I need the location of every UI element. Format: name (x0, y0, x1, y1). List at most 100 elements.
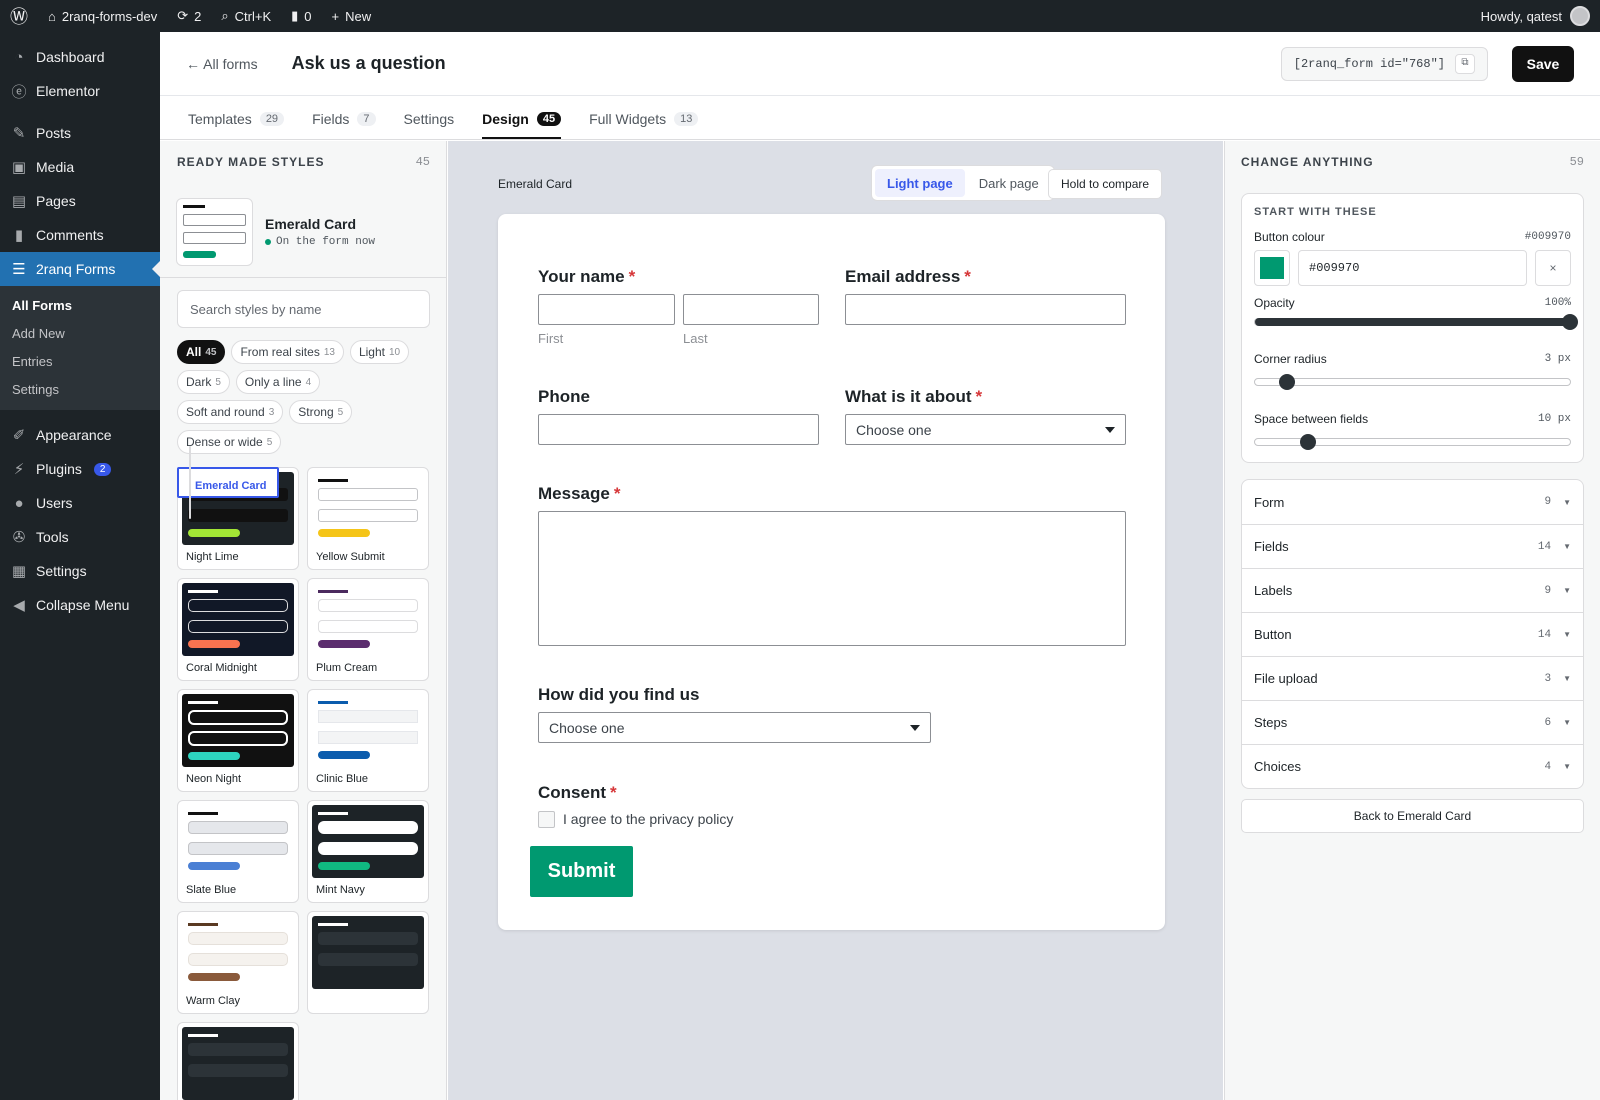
style-search-input[interactable]: Search styles by name (177, 290, 430, 328)
sidebar-item-tools[interactable]: ✇ Tools (0, 520, 160, 554)
style-card[interactable] (307, 911, 429, 1014)
sidebar-item-plugins[interactable]: ⚡ Plugins 2 (0, 452, 160, 486)
current-style-thumbnail (176, 198, 253, 266)
style-card-mint-navy[interactable]: Mint Navy (307, 800, 429, 903)
wordpress-logo-icon[interactable]: Ⓦ (0, 0, 38, 32)
button-colour-input[interactable]: #009970 (1298, 250, 1527, 286)
style-card[interactable] (177, 1022, 299, 1100)
users-icon: ● (14, 494, 24, 512)
chevron-down-icon: ▼ (1563, 674, 1571, 683)
find-select[interactable]: Choose one (538, 712, 931, 743)
sidebar-item-appearance[interactable]: ✐ Appearance (0, 418, 160, 452)
site-name-link[interactable]: ⌂ 2ranq-forms-dev (38, 0, 167, 32)
chevron-down-icon: ▼ (1563, 630, 1571, 639)
submenu-add-new[interactable]: Add New (0, 320, 160, 348)
section-choices[interactable]: Choices 4 ▼ (1242, 744, 1583, 788)
filter-from-real-sites[interactable]: From real sites 13 (231, 340, 344, 364)
section-steps[interactable]: Steps 6 ▼ (1242, 700, 1583, 744)
style-card-clinic-blue[interactable]: Clinic Blue (307, 689, 429, 792)
page-mode-toggle: Light page Dark page (871, 165, 1055, 201)
style-card-plum-cream[interactable]: Plum Cream (307, 578, 429, 681)
customize-header: CHANGE ANYTHING 59 (1241, 155, 1584, 169)
tab-settings[interactable]: Settings (404, 111, 455, 139)
clear-colour-button[interactable]: × (1535, 250, 1571, 286)
style-card-slate-blue[interactable]: Slate Blue (177, 800, 299, 903)
styles-panel-header: READY MADE STYLES 45 (177, 155, 430, 169)
sidebar-item-users[interactable]: ● Users (0, 486, 160, 520)
section-labels[interactable]: Labels 9 ▼ (1242, 568, 1583, 612)
tab-fields[interactable]: Fields 7 (312, 111, 376, 139)
sidebar-collapse[interactable]: ◀ Collapse Menu (0, 588, 160, 622)
comment-icon: ▮ (291, 8, 299, 23)
sidebar-item-comments[interactable]: ▮ Comments (0, 218, 160, 252)
save-button[interactable]: Save (1512, 45, 1574, 82)
account-menu[interactable]: Howdy, qatest (1481, 6, 1600, 26)
light-page-button[interactable]: Light page (875, 169, 965, 197)
tab-templates[interactable]: Templates 29 (188, 111, 285, 139)
first-name-input[interactable] (538, 294, 675, 325)
style-card-neon-night[interactable]: Neon Night (177, 689, 299, 792)
color-swatch[interactable] (1254, 250, 1290, 286)
corner-radius-slider[interactable] (1254, 374, 1571, 390)
about-select[interactable]: Choose one (845, 414, 1126, 445)
editor-tabs: Templates 29 Fields 7 Settings Design 45 Fu… (160, 96, 1600, 140)
submenu-settings[interactable]: Settings (0, 376, 160, 404)
avatar (1570, 6, 1590, 26)
last-name-input[interactable] (683, 294, 819, 325)
sidebar-item-2ranq-forms[interactable]: ☰ 2ranq Forms (0, 252, 160, 286)
new-link[interactable]: + New (322, 0, 382, 32)
settings-icon: ▦ (11, 563, 27, 580)
submit-button[interactable]: Submit (530, 846, 633, 897)
comments-link[interactable]: ▮ 0 (281, 0, 321, 32)
filter-all[interactable]: All 45 (177, 340, 226, 364)
style-card-coral-midnight[interactable]: Coral Midnight (177, 578, 299, 681)
sidebar-item-pages[interactable]: ▤ Pages (0, 184, 160, 218)
filter-soft-and-round[interactable]: Soft and round 3 (177, 400, 284, 424)
phone-label: Phone (538, 387, 590, 406)
pages-icon: ▤ (11, 193, 27, 210)
message-textarea[interactable] (538, 511, 1126, 646)
phone-input[interactable] (538, 414, 819, 445)
chevron-down-icon: ▼ (1563, 542, 1571, 551)
consent-checkbox[interactable] (538, 811, 555, 828)
hold-to-compare-button[interactable]: Hold to compare (1048, 169, 1163, 199)
section-button[interactable]: Button 14 ▼ (1242, 612, 1583, 656)
filter-dense-or-wide[interactable]: Dense or wide 5 (177, 430, 282, 454)
sidebar-item-settings[interactable]: ▦ Settings (0, 554, 160, 588)
search-link[interactable]: ⌕ Ctrl+K (211, 0, 281, 32)
dark-page-button[interactable]: Dark page (967, 169, 1051, 197)
page-title: Ask us a question (291, 53, 446, 73)
filter-only-a-line[interactable]: Only a line 4 (235, 370, 321, 394)
submenu-all-forms[interactable]: All Forms (0, 292, 160, 320)
style-card-warm-clay[interactable]: Warm Clay (177, 911, 299, 1014)
forms-icon: ☰ (12, 261, 26, 278)
editor-header: ← All forms Ask us a question [2ranq_for… (160, 32, 1600, 96)
style-card-emerald-card[interactable]: Emerald Card (177, 446, 279, 519)
back-to-style-button[interactable]: Back to Emerald Card (1241, 799, 1584, 833)
style-card-yellow-submit[interactable]: Yellow Submit (307, 467, 429, 570)
email-input[interactable] (845, 294, 1126, 325)
copy-icon[interactable]: ⧉ (1455, 53, 1475, 74)
customize-panel: CHANGE ANYTHING 59 START WITH THESE Butto… (1224, 141, 1600, 1100)
submenu-entries[interactable]: Entries (0, 348, 160, 376)
tab-full-widgets[interactable]: Full Widgets 13 (589, 111, 699, 139)
section-form[interactable]: Form 9 ▼ (1242, 480, 1583, 524)
section-fields[interactable]: Fields 14 ▼ (1242, 524, 1583, 568)
sidebar-item-dashboard[interactable]: ◔ Dashboard (0, 40, 160, 74)
spacing-slider[interactable] (1254, 434, 1571, 450)
sidebar-item-posts[interactable]: ✎ Posts (0, 116, 160, 150)
wrench-icon: ✇ (12, 529, 26, 546)
chevron-down-icon: ▼ (1563, 497, 1571, 507)
sidebar-item-media[interactable]: ▣ Media (0, 150, 160, 184)
filter-dark[interactable]: Dark 5 (177, 370, 230, 394)
tab-design[interactable]: Design 45 (482, 111, 562, 139)
updates-link[interactable]: ⟳ 2 (167, 0, 211, 32)
back-to-forms-link[interactable]: ← All forms (186, 56, 258, 72)
current-style-status: On the form now (276, 236, 376, 248)
filter-light[interactable]: Light 10 (349, 340, 410, 364)
opacity-slider[interactable] (1254, 314, 1578, 330)
sidebar-item-elementor[interactable]: ⓔ Elementor (0, 74, 160, 108)
current-style-name: Emerald Card (265, 216, 357, 232)
filter-strong[interactable]: Strong 5 (289, 400, 353, 424)
section-file-upload[interactable]: File upload 3 ▼ (1242, 656, 1583, 700)
